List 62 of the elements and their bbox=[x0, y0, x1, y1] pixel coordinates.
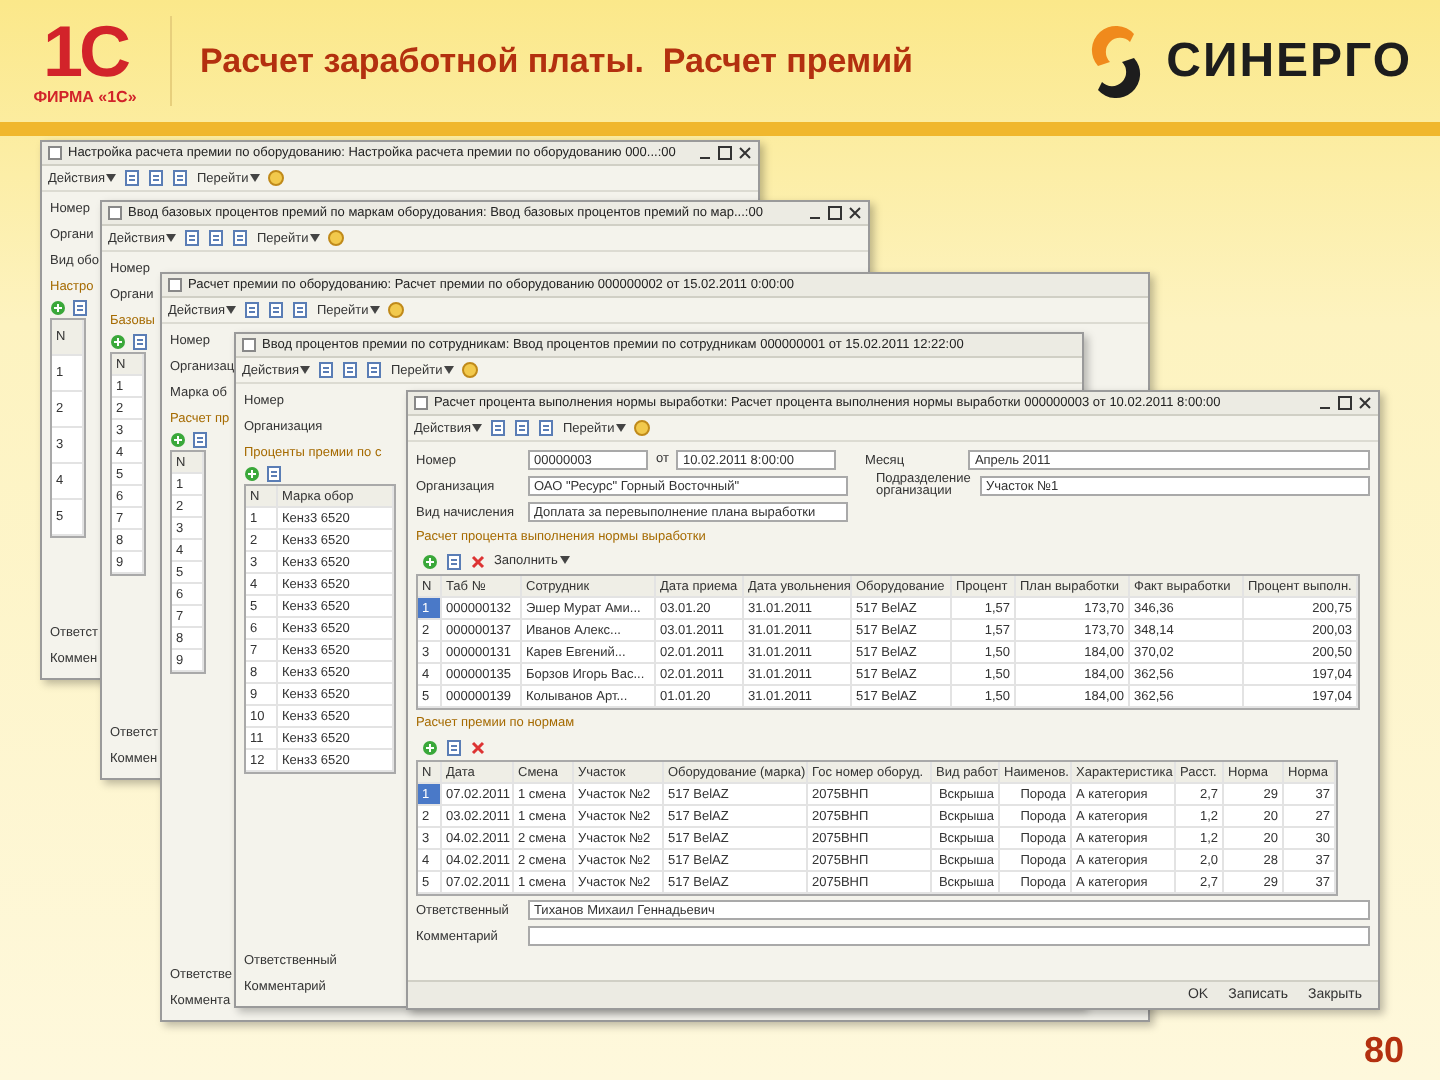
document-icon[interactable] bbox=[192, 432, 208, 448]
caret-icon bbox=[370, 305, 381, 313]
document-icon[interactable] bbox=[366, 362, 383, 378]
close-icon[interactable] bbox=[1358, 396, 1372, 410]
document-icon[interactable] bbox=[232, 230, 249, 246]
brand-name: СИНЕРГО bbox=[1166, 33, 1412, 89]
document-icon[interactable] bbox=[514, 420, 531, 436]
add-icon[interactable] bbox=[50, 300, 66, 316]
document-icon[interactable] bbox=[342, 362, 359, 378]
caret-icon bbox=[616, 423, 627, 431]
document-icon[interactable] bbox=[208, 230, 225, 246]
add-icon[interactable] bbox=[170, 432, 186, 448]
logo-caption: ФИРМА «1С» bbox=[33, 88, 137, 106]
close-icon[interactable] bbox=[848, 206, 862, 220]
document-icon[interactable] bbox=[148, 170, 165, 186]
window-icon bbox=[414, 396, 428, 410]
logo-text: 1С bbox=[42, 16, 128, 88]
maximize-icon[interactable] bbox=[1338, 396, 1352, 410]
document-icon[interactable] bbox=[446, 553, 462, 569]
document-icon[interactable] bbox=[244, 302, 261, 318]
document-icon[interactable] bbox=[172, 170, 189, 186]
caret-icon bbox=[166, 233, 177, 241]
help-icon[interactable] bbox=[462, 362, 479, 378]
document-icon[interactable] bbox=[266, 466, 282, 482]
window-icon bbox=[48, 146, 62, 160]
document-icon[interactable] bbox=[184, 230, 201, 246]
caret-icon bbox=[444, 365, 455, 373]
caret-icon bbox=[300, 365, 311, 373]
close-icon[interactable] bbox=[738, 146, 752, 160]
maximize-icon[interactable] bbox=[718, 146, 732, 160]
caret-icon bbox=[226, 305, 237, 313]
document-icon[interactable] bbox=[318, 362, 335, 378]
caret-icon bbox=[250, 173, 261, 181]
add-icon[interactable] bbox=[422, 553, 438, 569]
add-icon[interactable] bbox=[110, 334, 126, 350]
window-icon bbox=[168, 278, 182, 292]
slide-title: Расчет заработной платы. Расчет премий bbox=[200, 41, 915, 81]
caret-icon bbox=[310, 233, 321, 241]
input-field[interactable] bbox=[528, 926, 1370, 946]
page-number: 80 bbox=[1363, 1030, 1404, 1072]
delete-icon[interactable] bbox=[470, 739, 486, 755]
add-icon[interactable] bbox=[244, 466, 260, 482]
document-icon[interactable] bbox=[538, 420, 555, 436]
document-icon[interactable] bbox=[292, 302, 309, 318]
maximize-icon[interactable] bbox=[828, 206, 842, 220]
caret-icon bbox=[559, 556, 570, 564]
help-icon[interactable] bbox=[634, 420, 651, 436]
document-icon[interactable] bbox=[132, 334, 148, 350]
add-icon[interactable] bbox=[422, 739, 438, 755]
help-icon[interactable] bbox=[268, 170, 285, 186]
help-icon[interactable] bbox=[328, 230, 345, 246]
window-icon bbox=[108, 206, 122, 220]
document-icon[interactable] bbox=[490, 420, 507, 436]
document-icon[interactable] bbox=[446, 739, 462, 755]
window-icon bbox=[242, 338, 256, 352]
caret-icon bbox=[106, 173, 117, 181]
delete-icon[interactable] bbox=[470, 553, 486, 569]
document-icon[interactable] bbox=[124, 170, 141, 186]
help-icon[interactable] bbox=[388, 302, 405, 318]
document-icon[interactable] bbox=[268, 302, 285, 318]
document-icon[interactable] bbox=[72, 300, 88, 316]
caret-icon bbox=[472, 423, 483, 431]
